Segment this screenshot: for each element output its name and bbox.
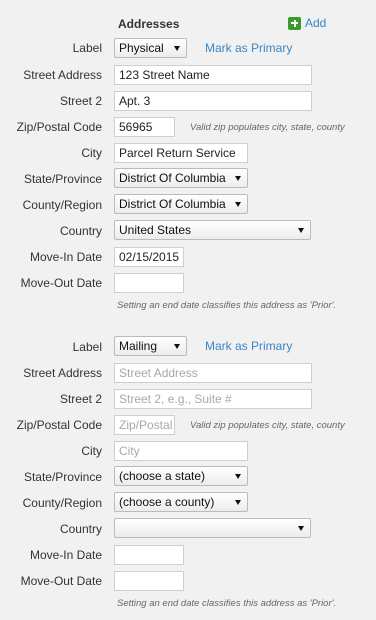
address2-zip-input[interactable]: Zip/Postal <box>114 415 175 435</box>
zip-hint: Valid zip populates city, state, county <box>190 122 345 133</box>
move-in-label: Move-In Date <box>29 548 102 562</box>
county-label: County/Region <box>22 496 102 510</box>
country-label: Country <box>59 224 102 238</box>
address1-move-out-input[interactable] <box>114 273 184 293</box>
state-label: State/Province <box>23 172 102 186</box>
address2-country-select[interactable] <box>114 518 311 538</box>
address1-city-input[interactable]: Parcel Return Service <box>114 143 248 163</box>
city-label: City <box>81 444 102 458</box>
chevron-down-icon <box>235 474 241 479</box>
chevron-down-icon <box>235 176 241 181</box>
section-title: Addresses <box>118 17 180 31</box>
chevron-down-icon <box>174 344 180 349</box>
address2-street2-input[interactable]: Street 2, e.g., Suite # <box>114 389 312 409</box>
country-label: Country <box>59 522 102 536</box>
zip-label: Zip/Postal Code <box>16 120 102 134</box>
address2-label-select[interactable]: Mailing <box>114 336 187 356</box>
move-in-label: Move-In Date <box>29 250 102 264</box>
address2-city-input[interactable]: City <box>114 441 248 461</box>
address1-state-select[interactable]: District Of Columbia <box>114 168 248 188</box>
chevron-down-icon <box>235 500 241 505</box>
address2-move-in-input[interactable] <box>114 545 184 565</box>
zip-label: Zip/Postal Code <box>16 418 102 432</box>
add-label: Add <box>305 16 327 30</box>
state-label: State/Province <box>23 470 102 484</box>
label-label: Label <box>72 41 102 55</box>
street-address-label: Street Address <box>23 68 102 82</box>
address1-zip-input[interactable]: 56965 <box>114 117 175 137</box>
street2-label: Street 2 <box>59 94 102 108</box>
address2-move-out-input[interactable] <box>114 571 184 591</box>
address1-move-in-input[interactable]: 02/15/2015 <box>114 247 184 267</box>
address1-label-value: Physical <box>119 41 164 55</box>
address1-state-value: District Of Columbia <box>119 171 226 185</box>
address1-county-select[interactable]: District Of Columbia <box>114 194 248 214</box>
add-address-button[interactable]: Add <box>288 16 326 30</box>
chevron-down-icon <box>235 202 241 207</box>
plus-icon <box>288 16 301 30</box>
address1-street2-input[interactable]: Apt. 3 <box>114 91 312 111</box>
chevron-down-icon <box>298 526 304 531</box>
city-label: City <box>81 146 102 160</box>
address2-mark-primary-link[interactable]: Mark as Primary <box>205 339 292 353</box>
street-address-label: Street Address <box>23 366 102 380</box>
address1-label-select[interactable]: Physical <box>114 38 187 58</box>
address2-state-select[interactable]: (choose a state) <box>114 466 248 486</box>
chevron-down-icon <box>174 46 180 51</box>
address2-county-select[interactable]: (choose a county) <box>114 492 248 512</box>
zip-hint: Valid zip populates city, state, county <box>190 420 345 431</box>
address2-label-value: Mailing <box>119 339 158 353</box>
address1-street-address-input[interactable]: 123 Street Name <box>114 65 312 85</box>
address1-country-select[interactable]: United States <box>114 220 311 240</box>
address2-county-value: (choose a county) <box>119 495 215 509</box>
street2-label: Street 2 <box>59 392 102 406</box>
address1-county-value: District Of Columbia <box>119 197 226 211</box>
address1-country-value: United States <box>119 223 192 237</box>
chevron-down-icon <box>298 228 304 233</box>
address2-street-address-input[interactable]: Street Address <box>114 363 312 383</box>
end-date-hint: Setting an end date classifies this addr… <box>117 300 337 311</box>
end-date-hint: Setting an end date classifies this addr… <box>117 598 337 609</box>
move-out-label: Move-Out Date <box>20 276 102 290</box>
label-label: Label <box>72 340 102 354</box>
move-out-label: Move-Out Date <box>20 574 102 588</box>
county-label: County/Region <box>22 198 102 212</box>
address2-state-value: (choose a state) <box>119 469 206 483</box>
address1-mark-primary-link[interactable]: Mark as Primary <box>205 41 292 55</box>
